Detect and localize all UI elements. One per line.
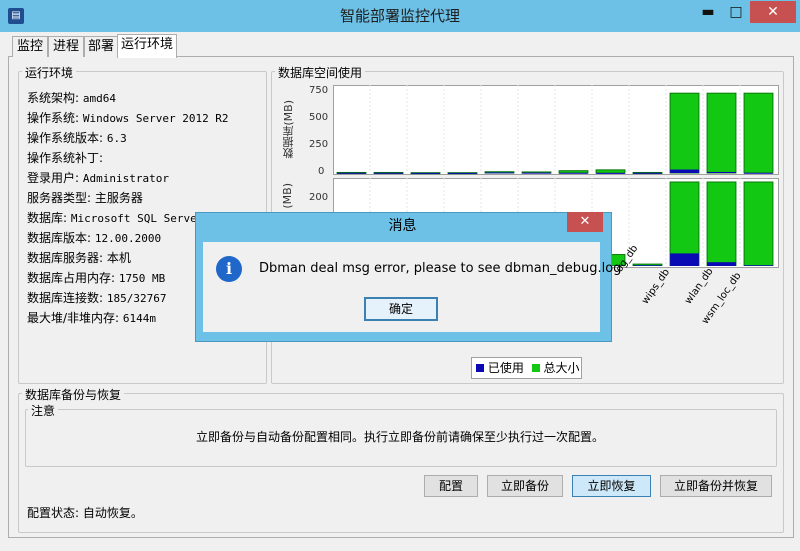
backup-now-button[interactable]: 立即备份	[487, 475, 563, 497]
tab-deploy[interactable]: 部署	[84, 36, 118, 57]
ok-button[interactable]: 确定	[364, 297, 438, 321]
tick-250: 250	[309, 139, 329, 150]
bar-used-1-9	[670, 253, 699, 266]
ylabel-bottom: (MB)	[281, 183, 294, 209]
window-title: 智能部署监控代理	[339, 7, 460, 25]
chart-legend: 已使用 总大小	[471, 357, 582, 379]
maximize-button[interactable]: □	[722, 1, 750, 23]
env-server-type: 服务器类型: 主服务器	[27, 191, 143, 205]
env-db-version: 数据库版本: 12.00.2000	[27, 231, 162, 245]
bar-total-1-10	[706, 181, 737, 266]
bar-total-0-11	[743, 92, 774, 174]
env-os-patch: 操作系统补丁:	[27, 151, 104, 165]
legend-total: 总大小	[543, 361, 580, 375]
bar-used-0-7	[596, 172, 625, 174]
note-title: 注意	[28, 402, 59, 419]
bar-used-0-5	[522, 172, 551, 174]
bar-total-0-7	[595, 169, 626, 174]
ylabel-top: 数据库(MB)	[282, 100, 295, 159]
tab-monitor[interactable]: 监控	[12, 36, 48, 57]
restore-now-button[interactable]: 立即恢复	[572, 475, 651, 497]
config-status: 配置状态: 自动恢复。	[27, 506, 143, 520]
bar-used-0-4	[485, 172, 514, 174]
bar-used-1-8	[633, 265, 662, 266]
tick-200: 200	[309, 192, 329, 203]
env-os-version: 操作系统版本: 6.3	[27, 131, 127, 145]
bar-total-1-11	[743, 181, 774, 266]
bar-total-0-10	[706, 92, 737, 174]
env-os: 操作系统: Windows Server 2012 R2	[27, 111, 229, 125]
tick-500: 500	[309, 112, 329, 123]
db-space-title: 数据库空间使用	[275, 64, 366, 81]
tick-750: 750	[309, 85, 329, 96]
legend-used-swatch	[476, 364, 484, 372]
bar-used-0-2	[411, 172, 440, 174]
bar-used-1-10	[707, 262, 736, 266]
bar-used-0-0	[337, 172, 366, 174]
runtime-env-title: 运行环境	[22, 64, 77, 81]
env-db-memory: 数据库占用内存: 1750 MB	[27, 271, 166, 285]
env-login-user: 登录用户: Administrator	[27, 171, 169, 185]
env-db-server: 数据库服务器: 本机	[27, 251, 131, 265]
bar-used-0-8	[633, 172, 662, 174]
tick-0: 0	[318, 166, 325, 177]
dialog-title: 消息	[388, 218, 417, 234]
dialog-message: Dbman deal msg error, please to see dbma…	[259, 261, 622, 276]
bar-used-0-9	[670, 169, 699, 173]
bar-total-0-6	[558, 170, 589, 174]
config-button[interactable]: 配置	[424, 475, 478, 497]
bar-total-0-9	[669, 92, 700, 174]
close-button[interactable]: ✕	[750, 1, 796, 23]
env-database: 数据库: Microsoft SQL Server	[27, 211, 204, 225]
bar-used-0-10	[707, 171, 736, 173]
bar-used-1-11	[744, 265, 773, 266]
bar-used-0-6	[559, 172, 588, 174]
bar-used-0-3	[448, 172, 477, 174]
tab-runtime-env[interactable]: 运行环境	[117, 34, 177, 58]
tab-process[interactable]: 进程	[48, 36, 84, 57]
env-db-connections: 数据库连接数: 185/32767	[27, 291, 167, 305]
env-max-heap: 最大堆/非堆内存: 6144m	[27, 311, 157, 325]
backup-and-restore-button[interactable]: 立即备份并恢复	[660, 475, 772, 497]
backup-title: 数据库备份与恢复	[22, 386, 125, 403]
note-text: 立即备份与自动备份配置相同。执行立即备份前请确保至少执行过一次配置。	[195, 430, 604, 444]
legend-total-swatch	[531, 364, 540, 372]
dialog-close-button[interactable]: ✕	[567, 212, 603, 232]
bar-used-0-1	[374, 172, 403, 174]
info-icon: i	[216, 256, 242, 282]
legend-used: 已使用	[487, 361, 524, 375]
env-arch: 系统架构: amd64	[27, 91, 116, 105]
bar-used-0-11	[744, 172, 773, 174]
minimize-button[interactable]: ▬	[694, 1, 722, 23]
